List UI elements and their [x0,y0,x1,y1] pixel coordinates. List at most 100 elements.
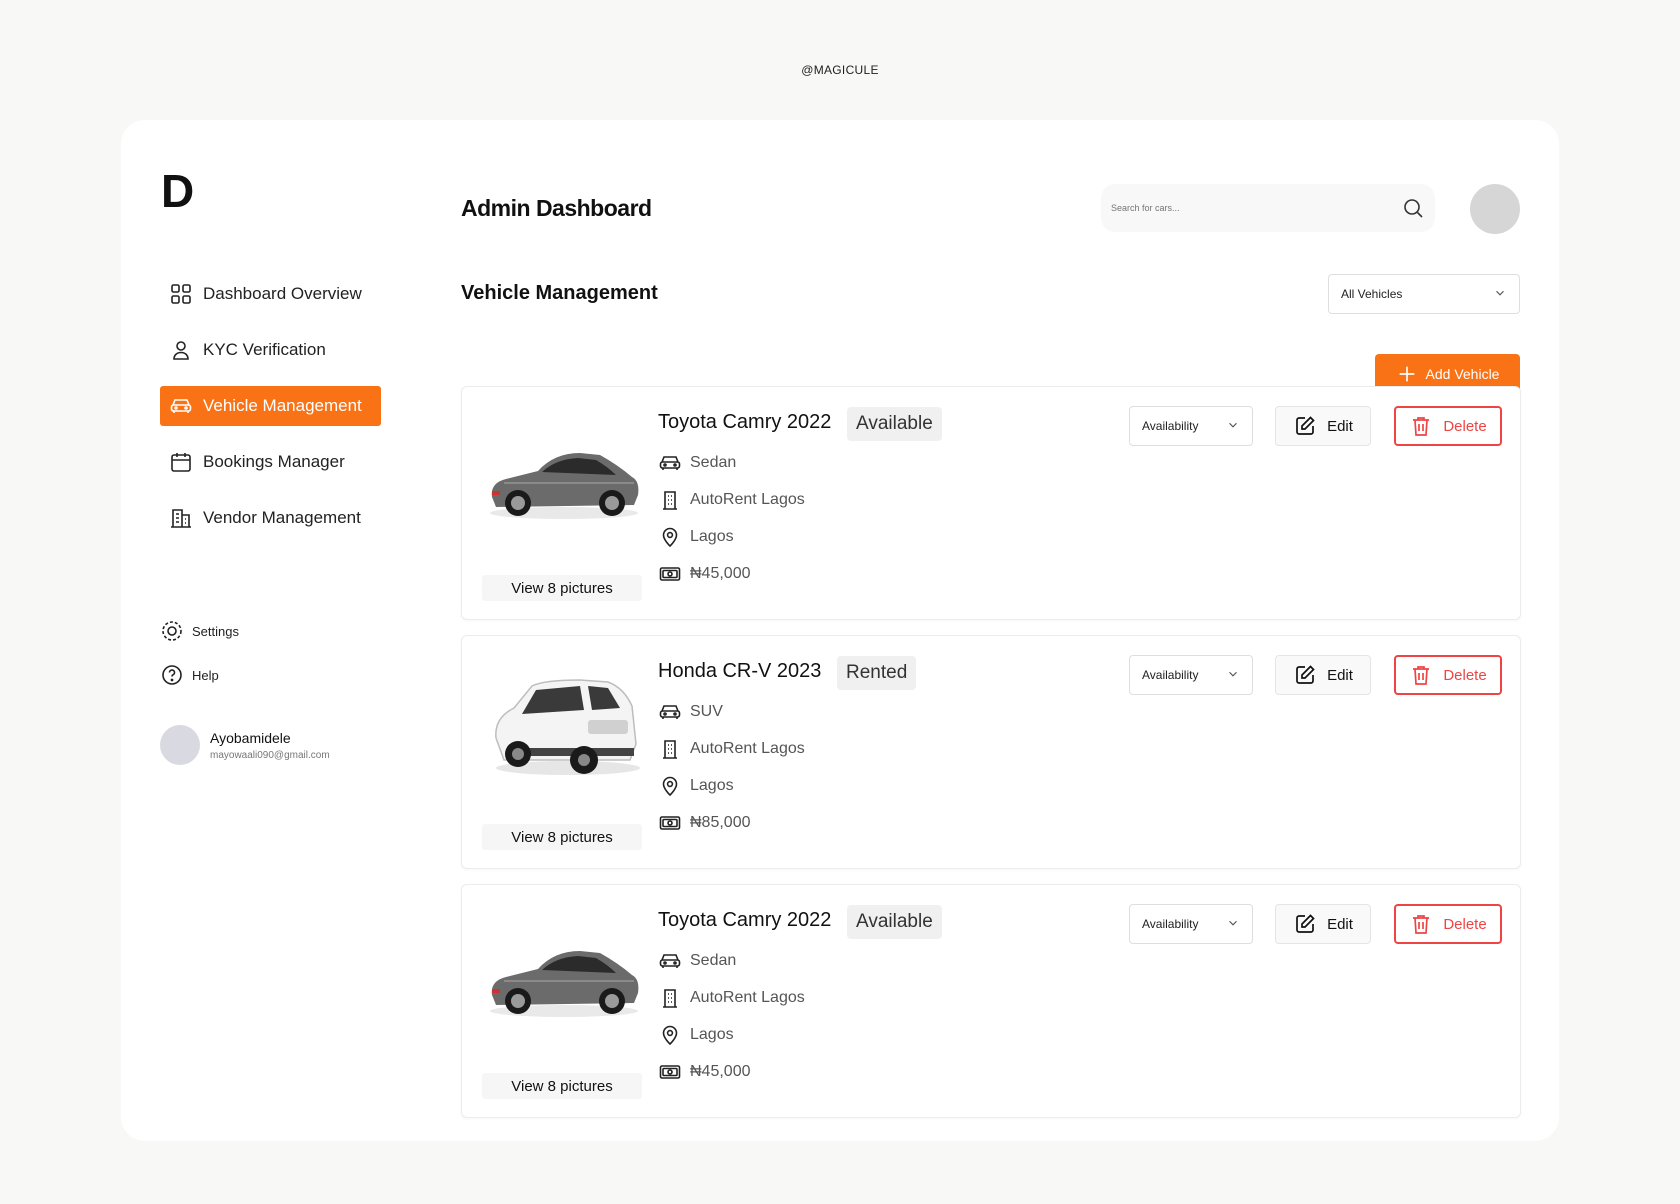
vehicle-location: Lagos [658,1023,734,1047]
edit-label: Edit [1327,666,1353,684]
vehicle-photo[interactable] [484,668,644,788]
view-pictures-button[interactable]: View 8 pictures [482,824,642,850]
app-window: D Dashboard Overview KYC Verification Ve… [121,120,1559,1141]
vehicle-price-label: ₦85,000 [690,814,751,831]
delete-button[interactable]: Delete [1394,655,1502,695]
delete-button[interactable]: Delete [1394,904,1502,944]
vehicle-photo[interactable] [484,917,644,1037]
trash-icon [1409,912,1433,936]
plus-icon [1396,363,1418,385]
gear-icon [160,619,184,643]
vehicle-card: View 8 pictures Toyota Camry 2022 Availa… [461,884,1521,1118]
header-avatar[interactable] [1470,184,1520,234]
status-badge: Rented [837,656,917,690]
vehicle-name: Toyota Camry 2022 [658,909,832,931]
availability-label: Availability [1142,419,1199,433]
vehicle-filter-select[interactable]: All Vehicles [1328,274,1520,314]
sidebar-item-label: Vehicle Management [203,396,362,415]
edit-button[interactable]: Edit [1275,904,1371,944]
vehicle-type-label: Sedan [690,952,737,969]
vehicle-type-label: SUV [690,703,723,720]
edit-icon [1293,414,1317,438]
sidebar-item-label: KYC Verification [203,340,326,359]
grid-icon [169,282,193,306]
sidebar-nav: Dashboard Overview KYC Verification Vehi… [160,274,381,554]
vehicle-price: ₦85,000 [658,811,751,835]
view-pictures-button[interactable]: View 8 pictures [482,1073,642,1099]
sidebar-item-label: Vendor Management [203,508,361,527]
sidebar-item-label: Dashboard Overview [203,284,362,303]
help-circle-icon [160,663,184,687]
sidebar-item-bookings-manager[interactable]: Bookings Manager [160,442,381,482]
search-bar [1101,184,1435,232]
edit-icon [1293,663,1317,687]
user-profile[interactable]: Ayobamidele mayowaali090@gmail.com [160,725,330,765]
building-icon [169,506,193,530]
section-title: Vehicle Management [461,282,658,304]
add-vehicle-label: Add Vehicle [1425,366,1500,382]
trash-icon [1409,414,1433,438]
building-icon [658,737,682,761]
status-badge: Available [847,905,942,939]
sidebar-item-settings[interactable]: Settings [160,617,239,645]
avatar [160,725,200,765]
sidebar-item-label: Help [192,667,219,683]
sidebar-item-label: Bookings Manager [203,452,345,471]
delete-label: Delete [1443,915,1487,933]
chevron-down-icon [1493,286,1507,303]
chevron-down-icon [1226,667,1240,684]
view-pictures-button[interactable]: View 8 pictures [482,575,642,601]
sidebar-item-dashboard-overview[interactable]: Dashboard Overview [160,274,381,314]
vehicle-vendor: AutoRent Lagos [658,488,805,512]
vehicle-vendor-label: AutoRent Lagos [690,491,805,508]
vehicle-name: Honda CR-V 2023 [658,660,822,682]
trash-icon [1409,663,1433,687]
vehicle-price: ₦45,000 [658,562,751,586]
search-icon[interactable] [1401,196,1425,220]
delete-button[interactable]: Delete [1394,406,1502,446]
building-icon [658,488,682,512]
filter-value: All Vehicles [1341,287,1403,301]
vehicle-type: Sedan [658,949,736,973]
vehicle-location: Lagos [658,525,734,549]
vehicle-price-label: ₦45,000 [690,1063,751,1080]
vehicle-price-label: ₦45,000 [690,565,751,582]
availability-select[interactable]: Availability [1129,904,1253,944]
vehicle-card: View 8 pictures Toyota Camry 2022 Availa… [461,386,1521,620]
sidebar-item-vendor-management[interactable]: Vendor Management [160,498,381,538]
car-icon [658,700,682,724]
vehicle-vendor-label: AutoRent Lagos [690,740,805,757]
money-icon [658,811,682,835]
availability-label: Availability [1142,668,1199,682]
sidebar-item-help[interactable]: Help [160,661,239,689]
vehicle-location-label: Lagos [690,777,734,794]
availability-select[interactable]: Availability [1129,406,1253,446]
search-input[interactable] [1111,203,1401,213]
vehicle-price: ₦45,000 [658,1060,751,1084]
logo: D [161,165,195,217]
map-pin-icon [658,525,682,549]
edit-button[interactable]: Edit [1275,406,1371,446]
watermark: @MAGICULE [801,63,879,77]
user-icon [169,338,193,362]
sidebar-item-vehicle-management[interactable]: Vehicle Management [160,386,381,426]
availability-select[interactable]: Availability [1129,655,1253,695]
sidebar-item-kyc-verification[interactable]: KYC Verification [160,330,381,370]
car-icon [658,451,682,475]
page-title: Admin Dashboard [461,195,652,221]
vehicle-vendor: AutoRent Lagos [658,986,805,1010]
delete-label: Delete [1443,666,1487,684]
vehicle-vendor: AutoRent Lagos [658,737,805,761]
map-pin-icon [658,1023,682,1047]
vehicle-location: Lagos [658,774,734,798]
edit-button[interactable]: Edit [1275,655,1371,695]
edit-label: Edit [1327,915,1353,933]
sidebar-secondary: Settings Help [160,617,239,705]
vehicle-photo[interactable] [484,419,644,539]
status-badge: Available [847,407,942,441]
delete-label: Delete [1443,417,1487,435]
user-email: mayowaali090@gmail.com [210,749,330,761]
vehicle-name: Toyota Camry 2022 [658,411,832,433]
vehicle-type-label: Sedan [690,454,737,471]
chevron-down-icon [1226,916,1240,933]
